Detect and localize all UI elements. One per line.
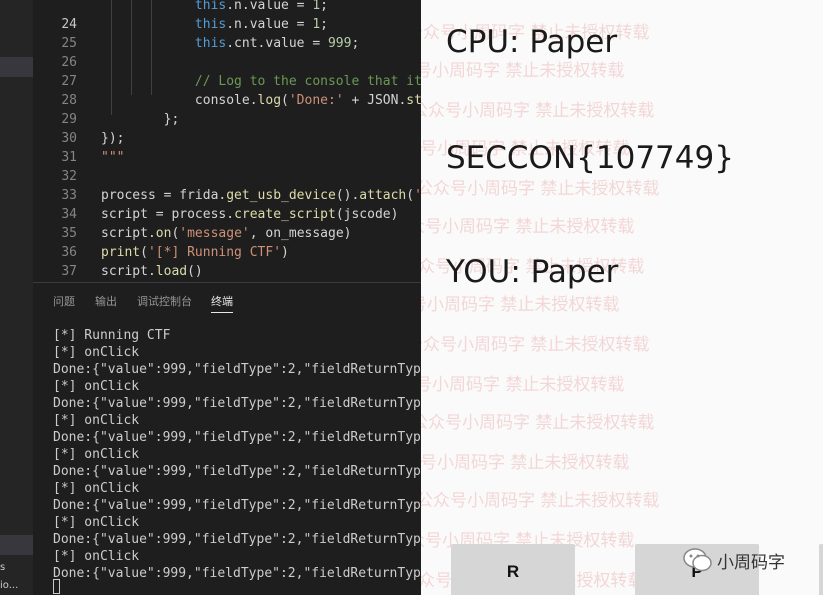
code-text: this.n.value = 1; bbox=[194, 17, 328, 32]
code-line[interactable]: 32 bbox=[33, 167, 421, 186]
line-number: 30 bbox=[61, 131, 77, 146]
indent-guide bbox=[111, 0, 112, 115]
line-number: 24 bbox=[61, 17, 77, 32]
tab-problems[interactable]: 问题 bbox=[53, 293, 75, 309]
wechat-icon bbox=[683, 547, 713, 573]
code-line[interactable]: 34 script = process.create_script(jscode) bbox=[33, 205, 421, 224]
selected-sidebar-row-bottom[interactable] bbox=[0, 535, 33, 555]
line-number: 35 bbox=[61, 226, 77, 241]
code-line[interactable]: 27 // Log to the console that it's do bbox=[33, 72, 421, 91]
flag-text: SECCON{107749} bbox=[446, 140, 734, 176]
code-text: }; bbox=[101, 112, 180, 127]
line-number: 36 bbox=[61, 245, 77, 260]
app-screen: 公众号小周码字 禁止未授权转载公众号小周码字 禁止未授权转载公众号小周码字 禁止… bbox=[421, 0, 823, 595]
code-text: script.on('message', on_message) bbox=[101, 226, 352, 241]
code-editor[interactable]: this.n.value = 1; 24 this.n.value = 1; 25 … bbox=[33, 0, 421, 282]
line-number: 31 bbox=[61, 150, 77, 165]
terminal-line: Done:{"value":999,"fieldType":2,"fieldRe… bbox=[53, 532, 421, 547]
terminal-line: Done:{"value":999,"fieldType":2,"fieldRe… bbox=[53, 396, 421, 411]
line-number: 28 bbox=[61, 93, 77, 108]
code-text: // Log to the console that it's do bbox=[194, 74, 421, 89]
tab-terminal[interactable]: 终端 bbox=[211, 293, 233, 313]
terminal-line: [*] onClick bbox=[53, 447, 140, 462]
terminal-line: [*] onClick bbox=[53, 515, 140, 530]
code-line[interactable]: 25 this.cnt.value = 999; bbox=[33, 34, 421, 53]
code-text: this.cnt.value = 999; bbox=[194, 36, 360, 51]
terminal-line: Done:{"value":999,"fieldType":2,"fieldRe… bbox=[53, 362, 421, 377]
indent-guide bbox=[151, 0, 152, 95]
code-line[interactable]: 33 process = frida.get_usb_device().attac… bbox=[33, 186, 421, 205]
watermark-text: 公众号小周码字 禁止未授权转载 bbox=[421, 335, 650, 355]
code-text: process = frida.get_usb_device().attach(… bbox=[101, 188, 421, 203]
code-line[interactable]: 28 console.log('Done:' + JSON.stringi bbox=[33, 91, 421, 110]
activity-bar: s io... bbox=[0, 0, 33, 595]
watermark-text: 公众号小周码字 禁止未授权转载 bbox=[421, 453, 630, 473]
indent-guide bbox=[131, 0, 132, 95]
line-number: 33 bbox=[61, 188, 77, 203]
terminal-line: [*] onClick bbox=[53, 549, 140, 564]
line-number: 37 bbox=[61, 264, 77, 279]
terminal-line: Done:{"value":999,"fieldType":2,"fieldRe… bbox=[53, 566, 421, 581]
brand-watermark: 小周码字 bbox=[683, 545, 785, 575]
code-text: script = process.create_script(jscode) bbox=[101, 207, 399, 222]
sidebar-item-truncated-2[interactable]: io... bbox=[0, 580, 33, 591]
scissors-button-partial[interactable] bbox=[819, 544, 823, 595]
code-line[interactable]: this.n.value = 1; bbox=[33, 0, 421, 15]
code-text: print('[*] Running CTF') bbox=[101, 245, 289, 260]
watermark-text: 公众号小周码字 禁止未授权转载 bbox=[421, 217, 635, 237]
terminal-line: [*] onClick bbox=[53, 481, 140, 496]
code-text: script.load() bbox=[101, 264, 203, 279]
code-line[interactable]: 24 this.n.value = 1; bbox=[33, 15, 421, 34]
code-line[interactable]: 36 print('[*] Running CTF') bbox=[33, 243, 421, 262]
code-text: this.n.value = 1; bbox=[194, 0, 328, 13]
code-text: """ bbox=[101, 150, 125, 165]
line-number: 26 bbox=[61, 55, 77, 70]
terminal-line: Done:{"value":999,"fieldType":2,"fieldRe… bbox=[53, 464, 421, 479]
tab-output[interactable]: 输出 bbox=[95, 293, 117, 309]
line-number: 34 bbox=[61, 207, 77, 222]
code-text: console.log('Done:' + JSON.stringi bbox=[101, 93, 421, 108]
terminal-cursor bbox=[53, 579, 60, 594]
panel-tabs: 问题 输出 调试控制台 终端 bbox=[33, 283, 421, 317]
you-choice-text: YOU: Paper bbox=[446, 254, 619, 290]
watermark-text: 公众号小周码字 禁止未授权转载 bbox=[421, 491, 660, 511]
terminal-line: [*] Running CTF bbox=[53, 328, 171, 343]
brand-name: 小周码字 bbox=[717, 552, 785, 573]
code-line[interactable]: 35 script.on('message', on_message) bbox=[33, 224, 421, 243]
selected-sidebar-row[interactable] bbox=[0, 57, 33, 77]
tab-debug-console[interactable]: 调试控制台 bbox=[137, 293, 192, 309]
code-line[interactable]: 29 }; bbox=[33, 110, 421, 129]
terminal-line: [*] onClick bbox=[53, 413, 140, 428]
terminal-line: [*] onClick bbox=[53, 379, 140, 394]
code-line[interactable]: 37 script.load() bbox=[33, 262, 421, 281]
line-number: 27 bbox=[61, 74, 77, 89]
rock-button[interactable]: R bbox=[451, 544, 575, 595]
code-text: }); bbox=[101, 131, 125, 146]
watermark-text: 公众号小周码字 禁止未授权转载 bbox=[421, 413, 655, 433]
cpu-choice-text: CPU: Paper bbox=[446, 24, 618, 60]
watermark-text: 公众号小周码字 禁止未授权转载 bbox=[421, 295, 620, 315]
watermark-text: 公众号小周码字 禁止未授权转载 bbox=[421, 179, 660, 199]
code-line[interactable]: 26 bbox=[33, 53, 421, 72]
sidebar-item-truncated-1[interactable]: s bbox=[0, 562, 33, 573]
watermark-text: 公众号小周码字 禁止未授权转载 bbox=[421, 375, 625, 395]
line-number: 29 bbox=[61, 112, 77, 127]
line-number: 25 bbox=[61, 36, 77, 51]
code-line[interactable]: 30}); bbox=[33, 129, 421, 148]
terminal-line: Done:{"value":999,"fieldType":2,"fieldRe… bbox=[53, 430, 421, 445]
code-line[interactable]: 31 """ bbox=[33, 148, 421, 167]
bottom-panel: 问题 输出 调试控制台 终端 [*] Running CTF [*] onClic… bbox=[33, 282, 421, 595]
terminal-line: [*] onClick bbox=[53, 345, 140, 360]
watermark-text: 公众号小周码字 禁止未授权转载 bbox=[421, 101, 655, 121]
line-number: 32 bbox=[61, 169, 77, 184]
terminal-line: Done:{"value":999,"fieldType":2,"fieldRe… bbox=[53, 498, 421, 513]
